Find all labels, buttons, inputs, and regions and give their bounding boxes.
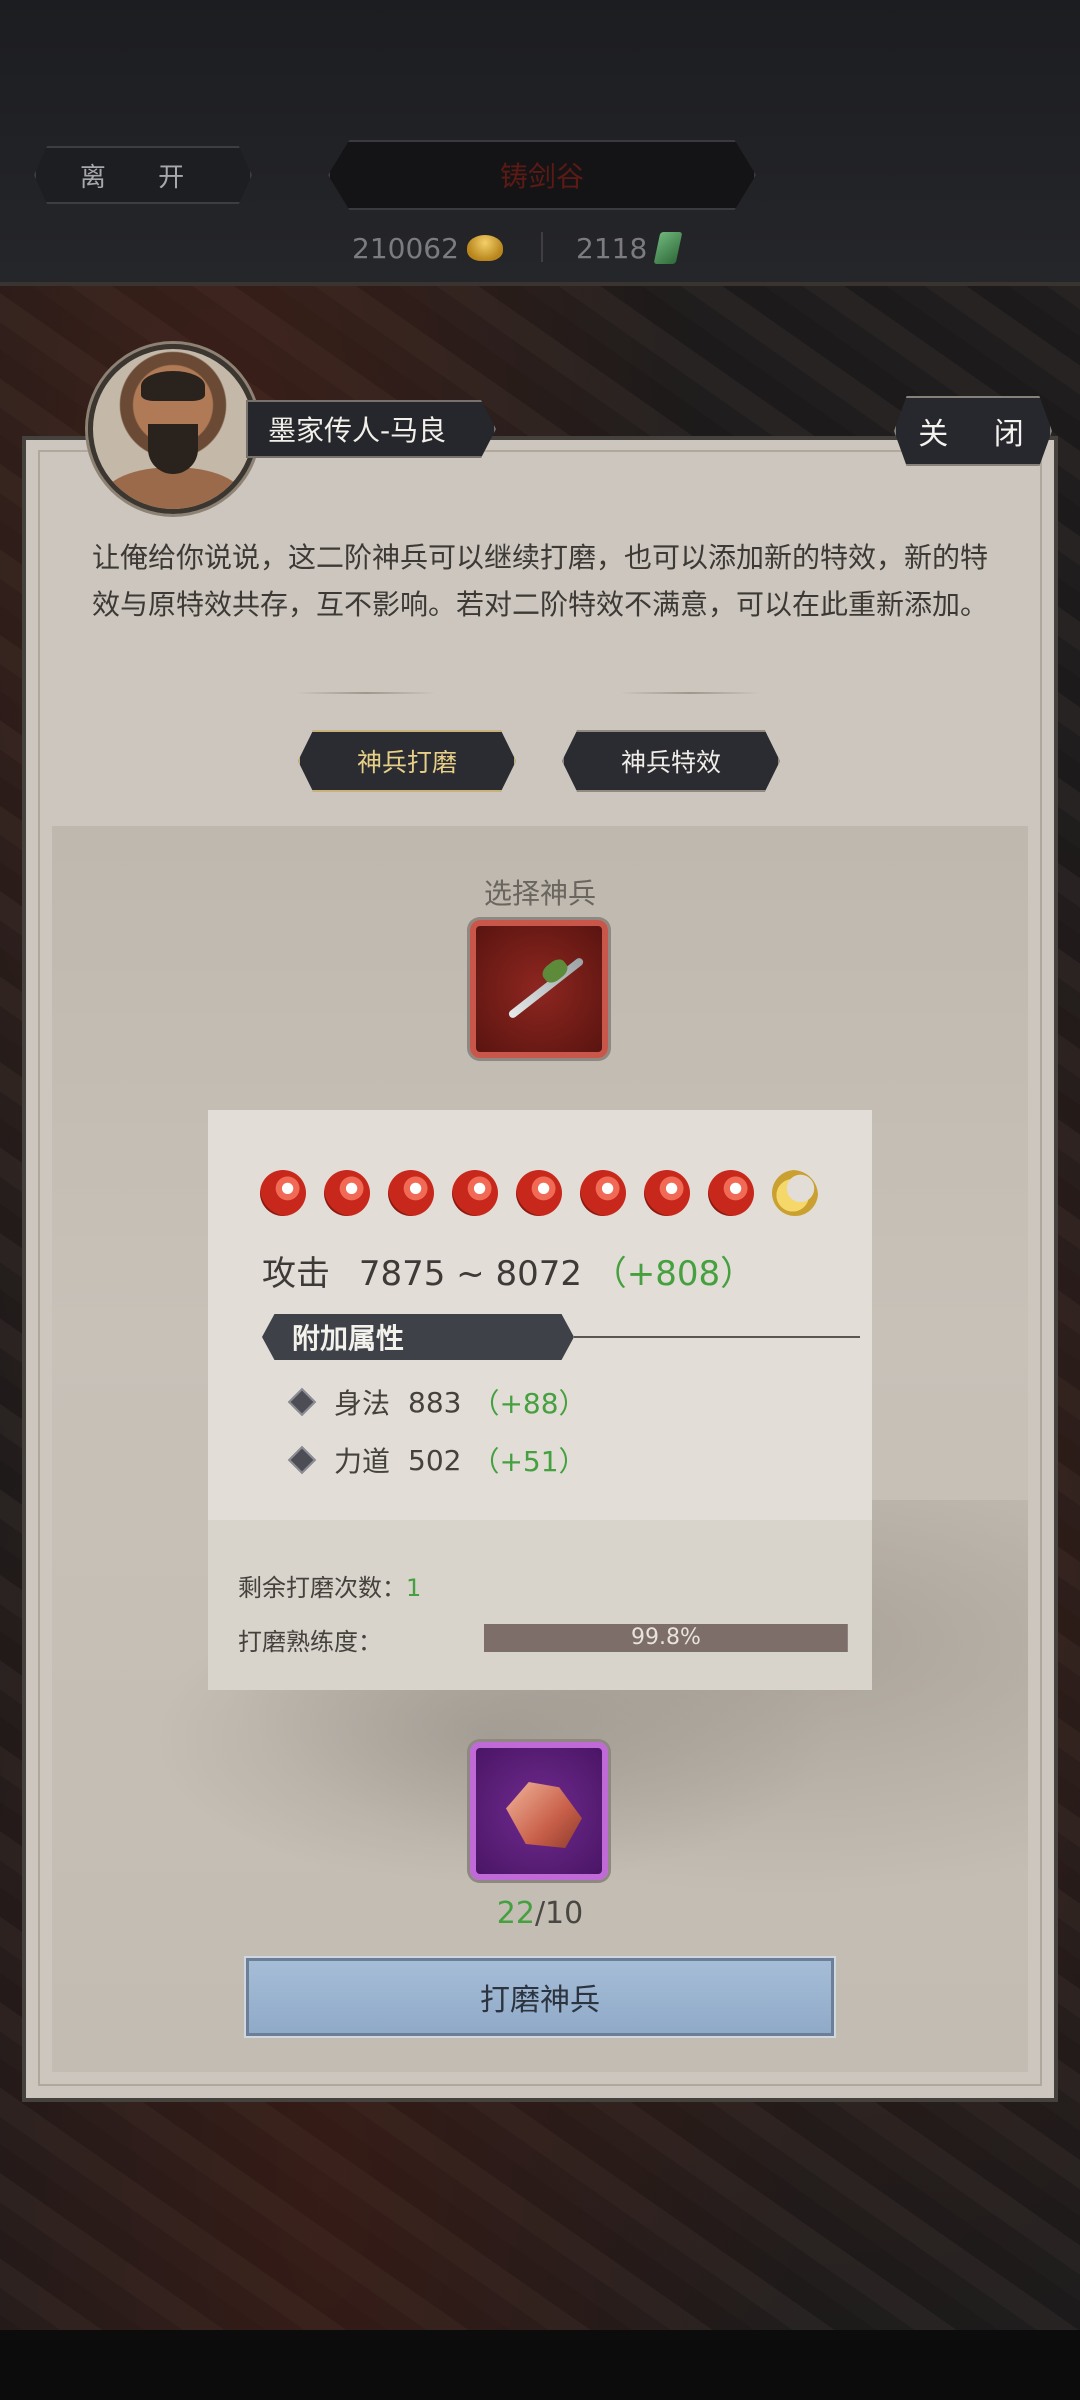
select-weapon-label: 选择神兵 <box>483 877 596 910</box>
material-need: /10 <box>534 1896 584 1931</box>
attack-label: 攻击 <box>262 1254 330 1294</box>
ore-icon <box>506 1782 582 1848</box>
material-have: 22 <box>496 1896 535 1931</box>
avatar-hair <box>141 371 205 401</box>
jade-amount: 2118 <box>576 231 648 265</box>
attack-stat: 攻击 7875 ~ 8072 （+808） <box>262 1246 754 1295</box>
attribute-row: 身法 883 （+88） <box>287 1382 587 1422</box>
spear-head <box>539 955 571 987</box>
attribute-bonus: （+88） <box>471 1387 587 1420</box>
gold-amount: 210062 <box>352 231 459 265</box>
fire-orb-icon <box>708 1170 754 1216</box>
proficiency-bar: 99.8% <box>484 1624 848 1652</box>
material-count: 22/10 <box>440 1896 640 1931</box>
fire-orb-icon <box>580 1170 626 1216</box>
attack-value: 7875 ~ 8072 <box>358 1254 582 1294</box>
weapon-slot[interactable] <box>470 920 608 1058</box>
location-title: 铸剑谷 <box>328 140 756 210</box>
gold-currency: 210062 <box>352 228 503 268</box>
material-slot[interactable] <box>470 1742 608 1880</box>
fire-orb-icon <box>324 1170 370 1216</box>
bottom-bar <box>0 2330 1080 2400</box>
grind-weapon-button[interactable]: 打磨神兵 <box>244 1956 836 2038</box>
ornament-left <box>296 692 436 694</box>
jade-currency: 2118 <box>576 228 683 268</box>
attribute-bonus: （+51） <box>471 1445 587 1478</box>
currency-divider <box>541 232 543 262</box>
remaining-grinds-value: 1 <box>406 1574 422 1602</box>
fire-orb-icon <box>516 1170 562 1216</box>
attack-bonus: （+808） <box>592 1254 755 1294</box>
fire-orb-icon <box>452 1170 498 1216</box>
attribute-value: 502 <box>408 1443 462 1477</box>
avatar-beard <box>148 424 198 474</box>
grinding-info <box>208 1520 872 1690</box>
gold-ingot-icon <box>466 235 503 261</box>
jade-token-icon <box>653 232 683 264</box>
fire-orb-icon <box>388 1170 434 1216</box>
extra-attributes-header: 附加属性 <box>262 1314 574 1360</box>
attribute-name: 身法 <box>334 1387 391 1420</box>
npc-name: 墨家传人-马良 <box>246 400 496 458</box>
proficiency-value: 99.8% <box>631 1625 701 1650</box>
avatar-body <box>103 467 243 509</box>
attributes-divider <box>574 1336 860 1338</box>
diamond-bullet-icon <box>287 1387 317 1417</box>
remaining-grinds: 剩余打磨次数：1 <box>238 1568 421 1603</box>
ornament-right <box>620 692 760 694</box>
npc-dialogue: 让俺给你说说，这二阶神兵可以继续打磨，也可以添加新的特效，新的特效与原特效共存，… <box>91 541 988 621</box>
remaining-grinds-label: 剩余打磨次数： <box>238 1574 406 1602</box>
close-button[interactable]: 关 闭 <box>894 396 1052 466</box>
tab-weapon-grinding[interactable]: 神兵打磨 <box>298 730 516 792</box>
attribute-value: 883 <box>408 1385 462 1419</box>
half-moon-orb-icon <box>772 1170 818 1216</box>
attribute-name: 力道 <box>334 1445 391 1478</box>
proficiency-label: 打磨熟练度： <box>238 1628 382 1656</box>
npc-avatar <box>88 344 258 514</box>
diamond-bullet-icon <box>287 1445 317 1475</box>
tab-weapon-effects[interactable]: 神兵特效 <box>562 730 780 792</box>
fire-orb-icon <box>644 1170 690 1216</box>
fire-orb-icon <box>260 1170 306 1216</box>
leave-button[interactable]: 离 开 <box>34 146 252 204</box>
attribute-row: 力道 502 （+51） <box>287 1440 587 1480</box>
